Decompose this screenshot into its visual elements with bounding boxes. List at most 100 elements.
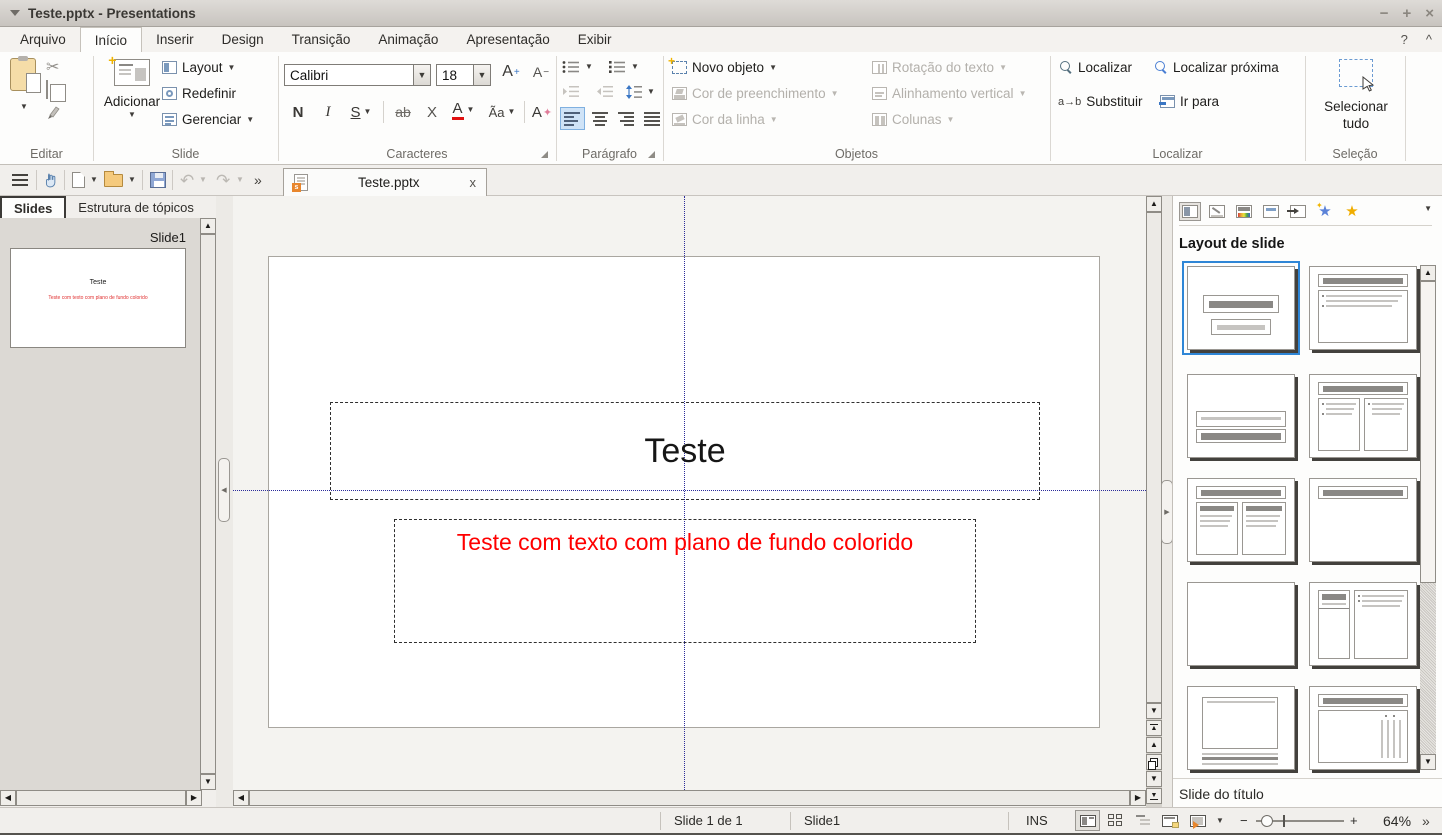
grow-font-button[interactable]: A+ bbox=[498, 60, 524, 84]
line-color-button[interactable]: Cor da linha▼ bbox=[672, 112, 778, 127]
sidebar-scroll-up[interactable]: ▲ bbox=[1420, 265, 1436, 281]
subscript-button[interactable]: X bbox=[420, 100, 444, 124]
redo-button[interactable]: ↷ bbox=[216, 165, 230, 195]
strikethrough-button[interactable]: ab bbox=[390, 100, 416, 124]
clear-formatting-button[interactable]: A✦ bbox=[528, 100, 556, 124]
canvas-scroll-up[interactable]: ▲ bbox=[1146, 196, 1162, 212]
sidebar-tab-transition[interactable] bbox=[1287, 202, 1309, 221]
cut-icon[interactable]: ✂ bbox=[46, 57, 59, 77]
gerenciar-button[interactable]: Gerenciar▼ bbox=[162, 112, 254, 127]
undo-dropdown[interactable]: ▼ bbox=[199, 165, 207, 195]
find-next-button[interactable]: Localizar próxima bbox=[1155, 60, 1279, 75]
zoom-in-button[interactable]: + bbox=[1350, 813, 1358, 828]
font-size-combo[interactable]: 18 ▼ bbox=[436, 64, 491, 86]
layout-thumbnail-6[interactable] bbox=[1309, 478, 1417, 562]
sidebar-tab-slide-animation[interactable]: ★ bbox=[1341, 202, 1363, 221]
save-button[interactable] bbox=[150, 165, 166, 195]
align-left-button[interactable] bbox=[560, 107, 585, 130]
menu-exibir[interactable]: Exibir bbox=[564, 27, 626, 52]
justify-button[interactable] bbox=[640, 107, 665, 130]
layout-thumbnail-5[interactable] bbox=[1187, 478, 1295, 562]
title-placeholder[interactable]: Teste bbox=[330, 402, 1040, 500]
decrease-indent-button[interactable] bbox=[596, 85, 614, 98]
view-sorter-button[interactable] bbox=[1103, 810, 1128, 831]
bullet-list-button[interactable]: ▼ bbox=[562, 60, 593, 74]
slides-panel-scroll-down[interactable]: ▼ bbox=[200, 774, 216, 790]
align-center-button[interactable] bbox=[588, 107, 613, 130]
slide-body-text[interactable]: Teste com texto com plano de fundo color… bbox=[457, 529, 913, 555]
font-color-button[interactable]: A ▼ bbox=[446, 98, 480, 122]
left-splitter-handle[interactable]: ◀ bbox=[218, 458, 230, 522]
left-splitter[interactable]: ◀ bbox=[216, 196, 233, 807]
document-tab-close[interactable]: x bbox=[470, 175, 477, 190]
undo-button[interactable]: ↶ bbox=[180, 165, 194, 195]
sidebar-tab-layouts[interactable] bbox=[1179, 202, 1201, 221]
canvas-hthumb[interactable] bbox=[249, 790, 1130, 806]
right-splitter[interactable]: ▶ bbox=[1162, 196, 1172, 807]
slides-panel-scroll-left[interactable]: ◀ bbox=[0, 790, 16, 806]
sidebar-dropdown[interactable]: ▼ bbox=[1424, 205, 1432, 213]
previous-slide-button[interactable]: ▲ bbox=[1146, 737, 1162, 753]
underline-button[interactable]: S▼ bbox=[344, 100, 378, 124]
first-slide-button[interactable]: ▲ bbox=[1146, 720, 1162, 736]
zoom-out-button[interactable]: − bbox=[1240, 813, 1248, 828]
maximize-button[interactable]: + bbox=[1402, 6, 1411, 21]
shrink-font-button[interactable]: A− bbox=[528, 60, 554, 84]
add-slide-button[interactable]: + Adicionar ▼ bbox=[100, 55, 164, 145]
font-size-dropdown[interactable]: ▼ bbox=[473, 65, 490, 85]
format-painter-icon[interactable] bbox=[46, 104, 62, 120]
new-object-button[interactable]: + Novo objeto▼ bbox=[672, 60, 777, 75]
sidebar-vthumb[interactable] bbox=[1420, 281, 1436, 583]
canvas-vthumb[interactable] bbox=[1146, 212, 1162, 703]
bold-button[interactable]: N bbox=[286, 100, 310, 124]
redefinir-button[interactable]: Redefinir bbox=[162, 86, 236, 101]
slide-canvas[interactable]: Teste Teste com texto com plano de fundo… bbox=[233, 196, 1146, 807]
caracteres-dialog-launcher[interactable] bbox=[541, 151, 548, 158]
insert-mode-indicator[interactable]: INS bbox=[1026, 813, 1048, 828]
layout-thumbnail-1[interactable] bbox=[1187, 266, 1295, 350]
increase-indent-button[interactable] bbox=[562, 85, 580, 98]
layout-thumbnail-7[interactable] bbox=[1187, 582, 1295, 666]
toolbar-menu-button[interactable] bbox=[12, 165, 28, 195]
italic-button[interactable]: I bbox=[316, 100, 340, 124]
canvas-scroll-left[interactable]: ◀ bbox=[233, 790, 249, 806]
slides-panel-vthumb[interactable] bbox=[200, 234, 216, 774]
view-outline-button[interactable] bbox=[1131, 810, 1156, 831]
sidebar-tab-background[interactable] bbox=[1260, 202, 1282, 221]
slides-panel-hthumb[interactable] bbox=[16, 790, 186, 806]
body-placeholder[interactable]: Teste com texto com plano de fundo color… bbox=[394, 519, 976, 643]
text-rotation-button[interactable]: Rotação do texto▼ bbox=[872, 60, 1007, 75]
layout-button[interactable]: Layout▼ bbox=[162, 60, 235, 75]
layout-thumbnail-9[interactable] bbox=[1187, 686, 1295, 770]
numbered-list-button[interactable]: ▼ bbox=[608, 60, 639, 74]
menu-transicao[interactable]: Transição bbox=[278, 27, 365, 52]
view-notes-button[interactable] bbox=[1157, 810, 1182, 831]
sidebar-scroll-down[interactable]: ▼ bbox=[1420, 754, 1436, 770]
font-name-combo[interactable]: Calibri ▼ bbox=[284, 64, 431, 86]
help-button[interactable]: ? bbox=[1401, 32, 1408, 47]
slide-title-text[interactable]: Teste bbox=[644, 432, 725, 471]
document-tab[interactable]: s Teste.pptx x bbox=[283, 168, 487, 196]
line-spacing-button[interactable]: ▼ bbox=[626, 85, 655, 99]
menu-arquivo[interactable]: Arquivo bbox=[6, 27, 80, 52]
canvas-scroll-right[interactable]: ▶ bbox=[1130, 790, 1146, 806]
paragrafo-dialog-launcher[interactable] bbox=[648, 151, 655, 158]
select-all-button[interactable]: Selecionar tudo bbox=[1312, 56, 1400, 148]
toolbar-more-button[interactable]: » bbox=[254, 165, 262, 195]
change-case-button[interactable]: Ãa▼ bbox=[484, 100, 520, 124]
view-normal-button[interactable] bbox=[1075, 810, 1100, 831]
tab-outline[interactable]: Estrutura de tópicos bbox=[66, 196, 206, 218]
menu-inserir[interactable]: Inserir bbox=[142, 27, 208, 52]
goto-button[interactable]: Ir para bbox=[1160, 94, 1219, 109]
next-slide-button[interactable]: ▼ bbox=[1146, 771, 1162, 787]
statusbar-more-button[interactable]: » bbox=[1422, 813, 1430, 829]
layout-thumbnail-3[interactable] bbox=[1187, 374, 1295, 458]
slides-panel-scroll-up[interactable]: ▲ bbox=[200, 218, 216, 234]
menu-apresentacao[interactable]: Apresentação bbox=[452, 27, 563, 52]
new-document-button[interactable] bbox=[72, 165, 85, 195]
replace-button[interactable]: a→b Substituir bbox=[1058, 94, 1143, 109]
menu-design[interactable]: Design bbox=[208, 27, 278, 52]
close-button[interactable]: × bbox=[1425, 6, 1434, 21]
zoom-level[interactable]: 64% bbox=[1383, 813, 1411, 829]
minimize-button[interactable]: − bbox=[1380, 6, 1389, 21]
